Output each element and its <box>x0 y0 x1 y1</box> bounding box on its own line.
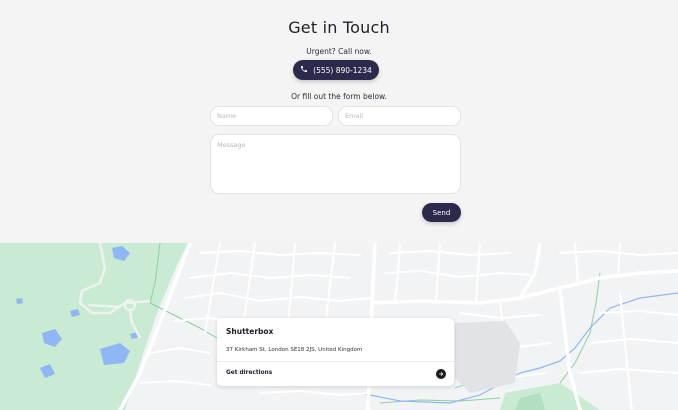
call-button[interactable]: (555) 890-1234 <box>293 60 379 80</box>
form-intro-text: Or fill out the form below. <box>291 92 387 101</box>
location-card: Shutterbox 37 Kirkham St, London SE18 2J… <box>217 318 454 386</box>
location-address: 37 Kirkham St, London SE18 2JS, United K… <box>226 347 363 353</box>
arrow-right-circle-icon <box>436 369 446 379</box>
map[interactable]: Shutterbox 37 Kirkham St, London SE18 2J… <box>0 243 678 410</box>
send-button[interactable]: Send <box>422 203 461 222</box>
name-input[interactable] <box>210 106 333 126</box>
urgent-text: Urgent? Call now. <box>306 47 372 56</box>
phone-number: (555) 890-1234 <box>313 65 372 75</box>
phone-icon <box>300 65 308 75</box>
page-title: Get in Touch <box>288 18 390 37</box>
contact-section: Get in Touch Urgent? Call now. (555) 890… <box>0 0 678 243</box>
location-name: Shutterbox <box>226 327 274 336</box>
message-input[interactable] <box>210 134 461 194</box>
get-directions-link[interactable]: Get directions <box>217 362 454 386</box>
email-input[interactable] <box>338 106 461 126</box>
get-directions-label: Get directions <box>226 370 273 376</box>
